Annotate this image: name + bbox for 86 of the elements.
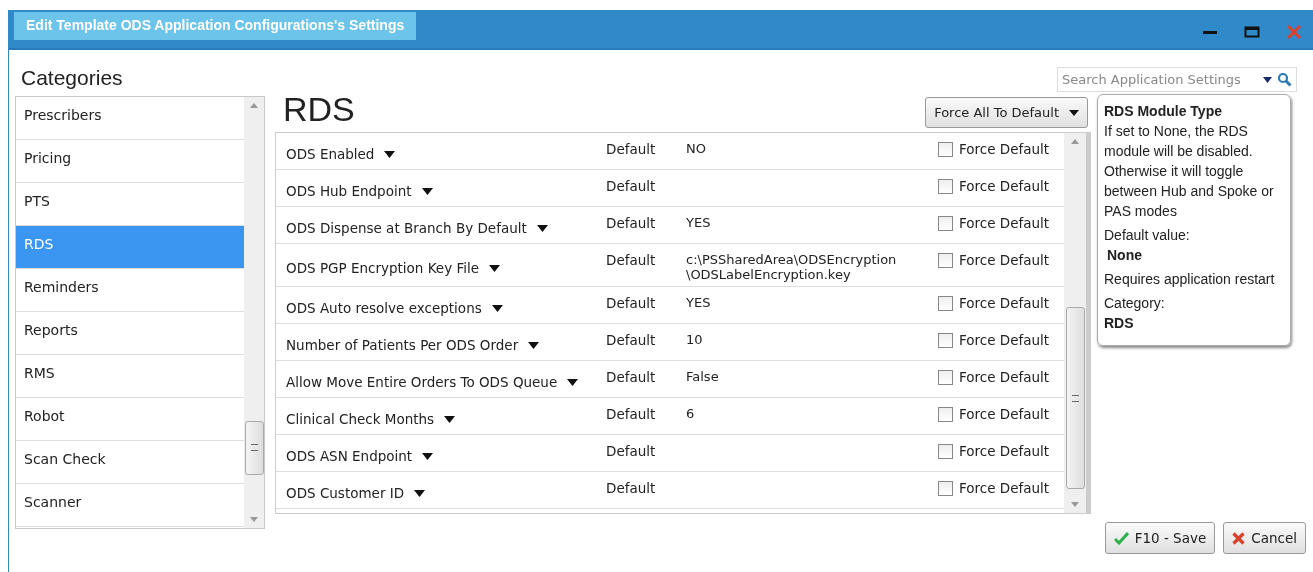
setting-name: ODS ASN Endpoint [286, 448, 413, 464]
force-default-label[interactable]: Force Default [959, 252, 1050, 268]
setting-source: Default [606, 294, 657, 311]
setting-name: ODS Auto resolve exceptions [286, 300, 482, 316]
setting-source: Default [606, 251, 657, 268]
checkbox[interactable] [938, 295, 953, 311]
section-title: RDS [282, 90, 355, 128]
force-default-label[interactable]: Force Default [959, 295, 1050, 311]
setting-source: Default [606, 479, 657, 496]
setting-name: Number of Patients Per ODS Order [286, 337, 519, 353]
checkbox[interactable] [938, 406, 953, 422]
setting-value: NO [686, 141, 707, 156]
category-label: Category: [1104, 294, 1166, 313]
caret-icon[interactable] [422, 452, 434, 460]
checkbox[interactable] [938, 178, 953, 194]
force-default-label[interactable]: Force Default [959, 141, 1050, 157]
setting-name: Clinical Check Months [286, 411, 435, 427]
scrollbar[interactable] [1064, 133, 1086, 513]
setting-source: Default [606, 405, 657, 422]
force-default-label[interactable]: Force Default [959, 406, 1050, 422]
setting-value: YES [686, 295, 712, 310]
save-button[interactable]: F10 - Save [1104, 522, 1216, 554]
caret-icon[interactable] [444, 415, 456, 423]
setting-name: ODS Enabled [286, 146, 375, 162]
checkbox[interactable] [938, 443, 953, 459]
setting-value: 10 [686, 332, 704, 347]
force-default-label[interactable]: Force Default [959, 443, 1050, 459]
setting-value: 6 [686, 406, 696, 421]
force-default-label[interactable]: Force Default [959, 178, 1050, 194]
setting-value: False [686, 369, 720, 384]
caret-icon[interactable] [414, 489, 426, 497]
dropdown-caret-icon[interactable] [1263, 76, 1272, 83]
scroll-down-icon[interactable] [250, 517, 258, 522]
setting-source: Default [606, 368, 657, 385]
checkbox[interactable] [938, 480, 953, 496]
scrollbar[interactable] [244, 97, 264, 528]
caret-icon[interactable] [528, 341, 540, 349]
setting-value: c:\PSSharedArea\ODSEncryption [686, 252, 898, 267]
scroll-up-icon[interactable] [250, 103, 258, 108]
scroll-thumb[interactable] [1065, 307, 1085, 489]
info-title: RDS Module Type [1104, 102, 1223, 121]
category-value: RDS [1104, 314, 1135, 333]
search-field[interactable]: Search Application Settings [1057, 67, 1297, 92]
checkbox[interactable] [938, 369, 953, 385]
caret-icon[interactable] [384, 150, 396, 158]
caret-icon[interactable] [567, 378, 579, 386]
setting-name: ODS Hub Endpoint [286, 183, 412, 199]
force-default-label[interactable]: Force Default [959, 369, 1050, 385]
checkbox[interactable] [938, 332, 953, 348]
search-icon[interactable] [1277, 72, 1292, 87]
setting-name: Allow Move Entire Orders To ODS Queue [286, 374, 558, 390]
caret-icon[interactable] [536, 224, 548, 232]
force-default-label[interactable]: Force Default [959, 480, 1050, 496]
setting-name: ODS PGP Encryption Key File [286, 260, 480, 276]
restart-note: Requires application restart [1104, 270, 1276, 289]
force-default-label[interactable]: Force Default [959, 332, 1050, 348]
setting-value: YES [686, 215, 712, 230]
checkbox[interactable] [938, 141, 953, 157]
force-default-label[interactable]: Force Default [959, 215, 1050, 231]
categories-heading: Categories [21, 66, 124, 90]
default-value-label: Default value: [1104, 226, 1191, 245]
caret-icon[interactable] [491, 304, 503, 312]
setting-name: ODS Dispense at Branch By Default [286, 220, 527, 236]
caret-icon [1069, 109, 1079, 116]
caret-icon[interactable] [421, 187, 433, 195]
checkbox[interactable] [938, 252, 953, 268]
checkbox[interactable] [938, 215, 953, 231]
setting-source: Default [606, 177, 657, 194]
force-all-button[interactable]: Force All To Default [925, 97, 1088, 128]
scroll-up-icon[interactable] [1071, 139, 1079, 144]
caret-icon[interactable] [489, 264, 501, 272]
scroll-down-icon[interactable] [1071, 502, 1079, 507]
setting-source: Default [606, 140, 657, 157]
setting-value: \ODSLabelEncryption.key [686, 267, 852, 282]
info-description: If set to None, the RDS module will be disabled. Otherwise it will toggle between Hub and Spoke or PAS modes [1104, 122, 1275, 221]
setting-name: ODS Customer ID [286, 485, 405, 501]
setting-source: Default [606, 331, 657, 348]
check-icon [1113, 531, 1129, 545]
default-value: None [1106, 246, 1143, 265]
window-title: Edit Template ODS Application Configurations's Settings [14, 12, 417, 40]
cancel-button[interactable]: Cancel [1223, 522, 1306, 554]
setting-source: Default [606, 214, 657, 231]
close-icon [1232, 531, 1246, 545]
maximize-icon[interactable] [1244, 24, 1260, 40]
scroll-thumb[interactable] [244, 420, 264, 475]
setting-source: Default [606, 442, 657, 459]
